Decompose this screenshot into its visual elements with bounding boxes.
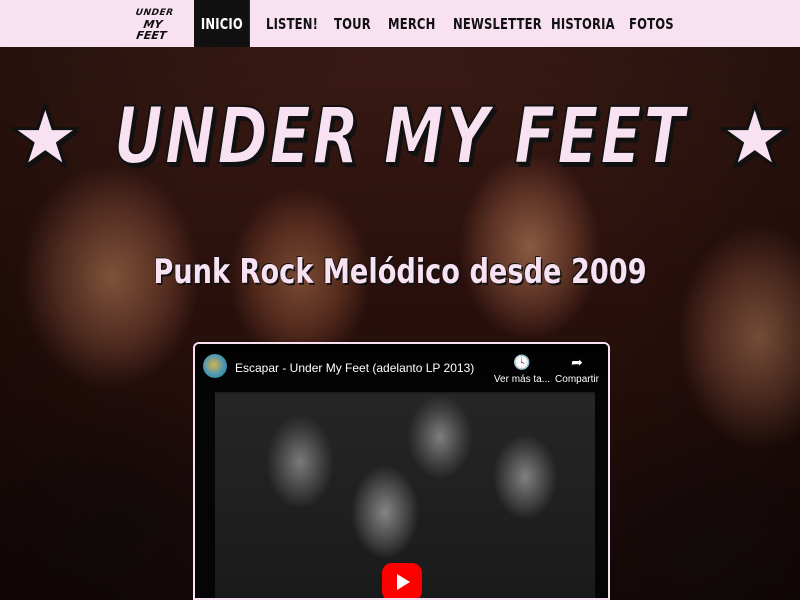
nav-item-listen[interactable]: LISTEN! (266, 0, 318, 47)
band-name-title: UNDER MY FEET (113, 91, 687, 183)
video-title-link[interactable]: Escapar - Under My Feet (adelanto LP 201… (235, 361, 474, 375)
nav-item-inicio[interactable]: INICIO (194, 0, 250, 47)
hero-banner: ★ UNDER MY FEET ★ Punk Rock Melódico des… (0, 47, 800, 600)
watch-later-button[interactable]: 🕓 Ver más ta... (492, 354, 552, 385)
watch-later-label: Ver más ta... (493, 374, 551, 385)
nav-item-historia[interactable]: HISTORIA (551, 0, 615, 47)
star-right-icon: ★ (716, 88, 794, 186)
play-button-icon[interactable] (382, 563, 422, 598)
channel-avatar[interactable] (203, 354, 227, 378)
nav-item-tour[interactable]: TOUR (334, 0, 371, 47)
share-icon: ➦ (571, 354, 583, 370)
video-header: Escapar - Under My Feet (adelanto LP 201… (195, 344, 608, 394)
band-logo[interactable]: UNDER MY FEET (129, 8, 177, 42)
headline: ★ UNDER MY FEET ★ (0, 82, 800, 192)
nav-item-merch[interactable]: MERCH (388, 0, 436, 47)
nav-item-newsletter[interactable]: NEWSLETTER (453, 0, 542, 47)
top-navigation: UNDER MY FEET INICIO LISTEN! TOUR MERCH … (0, 0, 800, 47)
star-left-icon: ★ (6, 88, 84, 186)
share-label: Compartir (555, 374, 599, 385)
tagline: Punk Rock Melódico desde 2009 (153, 252, 647, 292)
nav-item-fotos[interactable]: FOTOS (629, 0, 674, 47)
youtube-video-embed[interactable]: Escapar - Under My Feet (adelanto LP 201… (193, 342, 610, 600)
logo-line-2: MY FEET (135, 18, 168, 42)
share-button[interactable]: ➦ Compartir (547, 354, 607, 385)
clock-icon: 🕓 (513, 354, 531, 370)
